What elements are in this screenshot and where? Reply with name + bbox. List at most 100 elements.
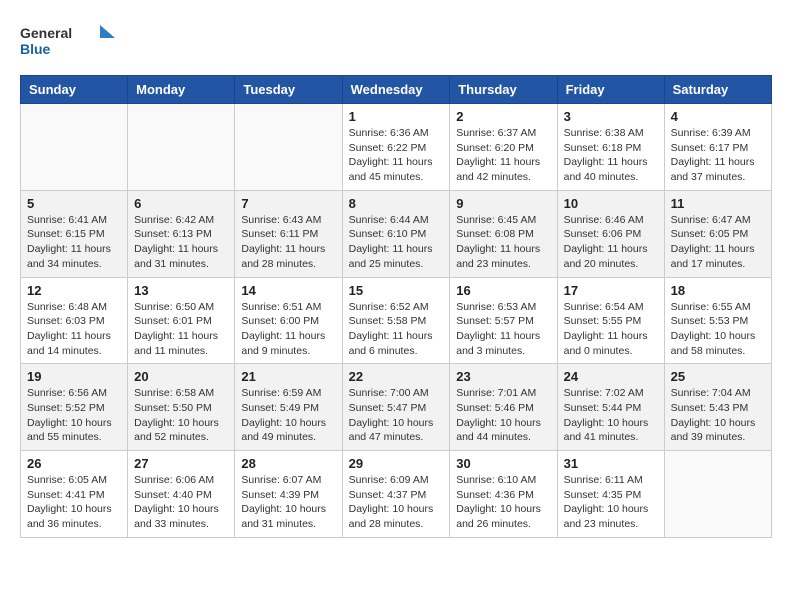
day-info: Sunrise: 6:56 AMSunset: 5:52 PMDaylight:… xyxy=(27,386,121,445)
day-info: Sunrise: 6:51 AMSunset: 6:00 PMDaylight:… xyxy=(241,300,335,359)
header-wednesday: Wednesday xyxy=(342,76,450,104)
day-number: 5 xyxy=(27,196,121,211)
day-info: Sunrise: 6:59 AMSunset: 5:49 PMDaylight:… xyxy=(241,386,335,445)
logo-svg: General Blue xyxy=(20,20,120,60)
day-info: Sunrise: 6:54 AMSunset: 5:55 PMDaylight:… xyxy=(564,300,658,359)
day-number: 12 xyxy=(27,283,121,298)
cell-w2-d5: 9Sunrise: 6:45 AMSunset: 6:08 PMDaylight… xyxy=(450,190,557,277)
cell-w5-d7 xyxy=(664,451,771,538)
header-tuesday: Tuesday xyxy=(235,76,342,104)
week-row-1: 1 Sunrise: 6:36 AMSunset: 6:22 PMDaylight… xyxy=(21,104,772,191)
day-number: 19 xyxy=(27,369,121,384)
header-thursday: Thursday xyxy=(450,76,557,104)
day-number: 28 xyxy=(241,456,335,471)
day-info: Sunrise: 6:10 AMSunset: 4:36 PMDaylight:… xyxy=(456,473,550,532)
day-info: Sunrise: 6:39 AMSunset: 6:17 PMDaylight:… xyxy=(671,126,765,185)
day-info: Sunrise: 6:05 AMSunset: 4:41 PMDaylight:… xyxy=(27,473,121,532)
cell-w3-d7: 18Sunrise: 6:55 AMSunset: 5:53 PMDayligh… xyxy=(664,277,771,364)
day-info: Sunrise: 6:43 AMSunset: 6:11 PMDaylight:… xyxy=(241,213,335,272)
day-number: 15 xyxy=(349,283,444,298)
cell-w2-d1: 5 Sunrise: 6:41 AMSunset: 6:15 PMDaylight… xyxy=(21,190,128,277)
day-info: Sunrise: 6:58 AMSunset: 5:50 PMDaylight:… xyxy=(134,386,228,445)
cell-w1-d7: 4Sunrise: 6:39 AMSunset: 6:17 PMDaylight… xyxy=(664,104,771,191)
cell-w1-d4: 1 Sunrise: 6:36 AMSunset: 6:22 PMDaylight… xyxy=(342,104,450,191)
day-info: Sunrise: 6:42 AMSunset: 6:13 PMDaylight:… xyxy=(134,213,228,272)
day-number: 30 xyxy=(456,456,550,471)
day-number: 24 xyxy=(564,369,658,384)
day-number: 1 xyxy=(349,109,444,124)
cell-w2-d2: 6 Sunrise: 6:42 AMSunset: 6:13 PMDaylight… xyxy=(128,190,235,277)
day-info: Sunrise: 7:01 AMSunset: 5:46 PMDaylight:… xyxy=(456,386,550,445)
cell-w2-d4: 8 Sunrise: 6:44 AMSunset: 6:10 PMDaylight… xyxy=(342,190,450,277)
day-number: 14 xyxy=(241,283,335,298)
day-info: Sunrise: 6:47 AMSunset: 6:05 PMDaylight:… xyxy=(671,213,765,272)
cell-w1-d3 xyxy=(235,104,342,191)
day-number: 7 xyxy=(241,196,335,211)
day-number: 6 xyxy=(134,196,228,211)
week-row-2: 5 Sunrise: 6:41 AMSunset: 6:15 PMDaylight… xyxy=(21,190,772,277)
cell-w3-d4: 15Sunrise: 6:52 AMSunset: 5:58 PMDayligh… xyxy=(342,277,450,364)
day-info: Sunrise: 6:38 AMSunset: 6:18 PMDaylight:… xyxy=(564,126,658,185)
day-number: 20 xyxy=(134,369,228,384)
cell-w4-d5: 23 Sunrise: 7:01 AMSunset: 5:46 PMDayligh… xyxy=(450,364,557,451)
day-number: 29 xyxy=(349,456,444,471)
cell-w5-d5: 30 Sunrise: 6:10 AMSunset: 4:36 PMDayligh… xyxy=(450,451,557,538)
day-info: Sunrise: 6:07 AMSunset: 4:39 PMDaylight:… xyxy=(241,473,335,532)
day-info: Sunrise: 6:37 AMSunset: 6:20 PMDaylight:… xyxy=(456,126,550,185)
day-info: Sunrise: 6:44 AMSunset: 6:10 PMDaylight:… xyxy=(349,213,444,272)
day-number: 26 xyxy=(27,456,121,471)
cell-w4-d7: 25Sunrise: 7:04 AMSunset: 5:43 PMDayligh… xyxy=(664,364,771,451)
day-number: 31 xyxy=(564,456,658,471)
cell-w1-d5: 2Sunrise: 6:37 AMSunset: 6:20 PMDaylight… xyxy=(450,104,557,191)
cell-w5-d4: 29 Sunrise: 6:09 AMSunset: 4:37 PMDayligh… xyxy=(342,451,450,538)
cell-w4-d4: 22 Sunrise: 7:00 AMSunset: 5:47 PMDayligh… xyxy=(342,364,450,451)
cell-w4-d1: 19 Sunrise: 6:56 AMSunset: 5:52 PMDayligh… xyxy=(21,364,128,451)
cell-w4-d6: 24 Sunrise: 7:02 AMSunset: 5:44 PMDayligh… xyxy=(557,364,664,451)
week-row-3: 12 Sunrise: 6:48 AMSunset: 6:03 PMDayligh… xyxy=(21,277,772,364)
day-number: 22 xyxy=(349,369,444,384)
page-header: General Blue xyxy=(20,20,772,60)
cell-w1-d2 xyxy=(128,104,235,191)
week-row-5: 26 Sunrise: 6:05 AMSunset: 4:41 PMDayligh… xyxy=(21,451,772,538)
day-number: 11 xyxy=(671,196,765,211)
day-info: Sunrise: 6:41 AMSunset: 6:15 PMDaylight:… xyxy=(27,213,121,272)
day-info: Sunrise: 6:50 AMSunset: 6:01 PMDaylight:… xyxy=(134,300,228,359)
cell-w5-d2: 27Sunrise: 6:06 AMSunset: 4:40 PMDayligh… xyxy=(128,451,235,538)
cell-w4-d3: 21 Sunrise: 6:59 AMSunset: 5:49 PMDayligh… xyxy=(235,364,342,451)
cell-w4-d2: 20 Sunrise: 6:58 AMSunset: 5:50 PMDayligh… xyxy=(128,364,235,451)
day-info: Sunrise: 6:48 AMSunset: 6:03 PMDaylight:… xyxy=(27,300,121,359)
day-number: 16 xyxy=(456,283,550,298)
header-friday: Friday xyxy=(557,76,664,104)
header-sunday: Sunday xyxy=(21,76,128,104)
calendar-header-row: SundayMondayTuesdayWednesdayThursdayFrid… xyxy=(21,76,772,104)
day-number: 8 xyxy=(349,196,444,211)
week-row-4: 19 Sunrise: 6:56 AMSunset: 5:52 PMDayligh… xyxy=(21,364,772,451)
cell-w5-d3: 28 Sunrise: 6:07 AMSunset: 4:39 PMDayligh… xyxy=(235,451,342,538)
day-info: Sunrise: 6:36 AMSunset: 6:22 PMDaylight:… xyxy=(349,126,444,185)
cell-w3-d6: 17Sunrise: 6:54 AMSunset: 5:55 PMDayligh… xyxy=(557,277,664,364)
calendar-table: SundayMondayTuesdayWednesdayThursdayFrid… xyxy=(20,75,772,538)
day-info: Sunrise: 7:00 AMSunset: 5:47 PMDaylight:… xyxy=(349,386,444,445)
cell-w2-d3: 7 Sunrise: 6:43 AMSunset: 6:11 PMDaylight… xyxy=(235,190,342,277)
cell-w3-d2: 13 Sunrise: 6:50 AMSunset: 6:01 PMDayligh… xyxy=(128,277,235,364)
header-monday: Monday xyxy=(128,76,235,104)
day-info: Sunrise: 7:02 AMSunset: 5:44 PMDaylight:… xyxy=(564,386,658,445)
day-number: 3 xyxy=(564,109,658,124)
cell-w3-d3: 14 Sunrise: 6:51 AMSunset: 6:00 PMDayligh… xyxy=(235,277,342,364)
day-number: 21 xyxy=(241,369,335,384)
day-info: Sunrise: 6:11 AMSunset: 4:35 PMDaylight:… xyxy=(564,473,658,532)
header-saturday: Saturday xyxy=(664,76,771,104)
day-number: 27 xyxy=(134,456,228,471)
cell-w2-d6: 10Sunrise: 6:46 AMSunset: 6:06 PMDayligh… xyxy=(557,190,664,277)
cell-w2-d7: 11 Sunrise: 6:47 AMSunset: 6:05 PMDayligh… xyxy=(664,190,771,277)
cell-w5-d6: 31 Sunrise: 6:11 AMSunset: 4:35 PMDayligh… xyxy=(557,451,664,538)
day-number: 23 xyxy=(456,369,550,384)
logo: General Blue xyxy=(20,20,120,60)
day-number: 18 xyxy=(671,283,765,298)
day-number: 13 xyxy=(134,283,228,298)
svg-text:General: General xyxy=(20,25,72,41)
cell-w1-d1 xyxy=(21,104,128,191)
day-info: Sunrise: 6:46 AMSunset: 6:06 PMDaylight:… xyxy=(564,213,658,272)
day-info: Sunrise: 6:09 AMSunset: 4:37 PMDaylight:… xyxy=(349,473,444,532)
svg-text:Blue: Blue xyxy=(20,41,51,57)
